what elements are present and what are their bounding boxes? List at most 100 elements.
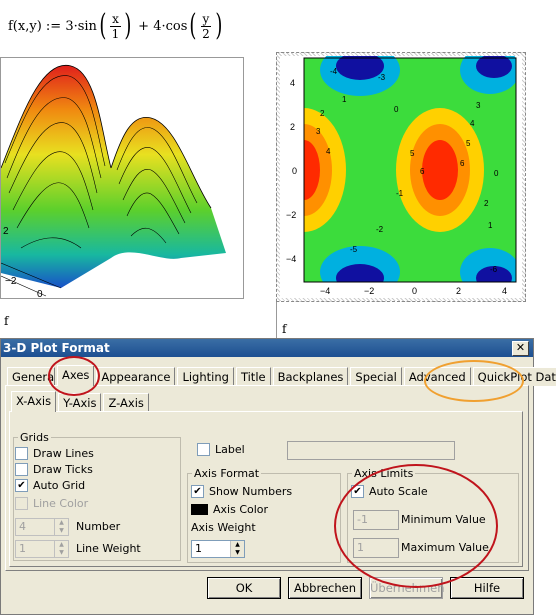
contour-label: 1	[342, 95, 347, 104]
grid-line-weight-label: Line Weight	[76, 542, 141, 555]
cancel-button[interactable]: Abbrechen	[288, 577, 362, 599]
grid-line-weight-stepper: 1 ▲ ▼	[15, 540, 69, 558]
help-button[interactable]: Hilfe	[450, 577, 524, 599]
show-numbers-checkbox[interactable]: ✔ Show Numbers	[191, 485, 292, 498]
tab-special[interactable]: Special	[350, 367, 402, 386]
contour-label: 5	[466, 139, 471, 148]
contour-x-tick: 0	[412, 286, 417, 296]
ok-button[interactable]: OK	[207, 577, 281, 599]
contour-label: 6	[420, 167, 425, 176]
color-swatch[interactable]	[191, 504, 208, 515]
line-color-button: Line Color	[15, 497, 88, 510]
grid-line-weight-value: 1	[19, 542, 26, 555]
surface-axis-label: −2	[5, 276, 17, 287]
annotation-circle-axis-limits	[334, 464, 498, 588]
contour-label: -2	[376, 225, 384, 234]
label-checkbox-text: Label	[215, 443, 245, 456]
contour-y-tick: 2	[290, 122, 295, 132]
subtab-y-axis[interactable]: Y-Axis	[58, 393, 102, 412]
line-color-label: Line Color	[33, 497, 89, 510]
formula-plus: +	[138, 18, 150, 34]
contour-y-tick: −4	[286, 254, 296, 264]
contour-y-tick: 0	[292, 166, 297, 176]
contour-label: 4	[326, 147, 331, 156]
spin-arrows-icon: ▲ ▼	[54, 541, 68, 557]
formula-term1: 3·sin	[65, 18, 97, 34]
tab-appearance[interactable]: Appearance	[96, 367, 176, 386]
contour-margin	[524, 52, 556, 342]
auto-grid-label: Auto Grid	[33, 479, 86, 492]
surface-axis-label: 2	[3, 226, 9, 237]
contour-x-tick: 4	[502, 286, 507, 296]
surface-axis-label: 0	[37, 289, 43, 298]
checkbox-box[interactable]	[197, 443, 210, 456]
auto-grid-checkbox[interactable]: ✔ Auto Grid	[15, 479, 85, 492]
draw-ticks-checkbox[interactable]: Draw Ticks	[15, 463, 93, 476]
contour-plot-caption: f	[282, 322, 287, 336]
tab-lighting[interactable]: Lighting	[177, 367, 234, 386]
tab-title[interactable]: Title	[235, 367, 271, 386]
contour-label: 0	[394, 105, 399, 114]
axis-color-button[interactable]: Axis Color	[191, 503, 268, 516]
spin-arrows-icon[interactable]: ▲ ▼	[230, 541, 244, 557]
contour-label: 3	[476, 101, 481, 110]
formula-lhs: f(x,y) :=	[8, 18, 62, 34]
contour-label: 5	[410, 149, 415, 158]
contour-label: -5	[350, 245, 358, 254]
axis-subtabs: X-Axis Y-Axis Z-Axis	[11, 391, 151, 413]
grid-number-stepper: 4 ▲ ▼	[15, 518, 69, 536]
contour-label: -4	[330, 67, 338, 76]
label-checkbox[interactable]: Label	[197, 443, 245, 456]
contour-x-tick: 2	[456, 286, 461, 296]
dialog-titlebar[interactable]: 3-D Plot Format ✕	[1, 339, 533, 357]
tab-backplanes[interactable]: Backplanes	[272, 367, 349, 386]
spin-arrows-icon: ▲ ▼	[54, 519, 68, 535]
subtab-x-axis[interactable]: X-Axis	[11, 391, 57, 412]
surface-plot-graphic: 2 −2 0	[1, 64, 226, 298]
axis-format-legend: Axis Format	[192, 467, 262, 480]
grids-legend: Grids	[18, 431, 51, 444]
surface-plot[interactable]: 2 −2 0	[0, 57, 244, 299]
contour-label: 0	[494, 169, 499, 178]
contour-x-tick: −4	[320, 286, 330, 296]
contour-y-tick: 4	[290, 78, 295, 88]
close-icon[interactable]: ✕	[512, 341, 529, 356]
draw-lines-label: Draw Lines	[33, 447, 94, 460]
checkbox-box[interactable]	[15, 447, 28, 460]
contour-plot-selected[interactable]: -4 -3 1 0 2 3 4 5 6 -1 -2 -5 -6 6 5 4 3 …	[262, 44, 526, 302]
contour-label: -1	[396, 189, 404, 198]
contour-label: 4	[470, 119, 475, 128]
axis-color-label: Axis Color	[213, 503, 269, 516]
contour-label: 2	[320, 109, 325, 118]
contour-label: 1	[488, 221, 493, 230]
surface-plot-caption: f	[4, 314, 9, 328]
contour-y-tick: −2	[286, 210, 296, 220]
check-icon[interactable]: ✔	[15, 479, 28, 492]
check-icon[interactable]: ✔	[191, 485, 204, 498]
axis-label-input[interactable]	[287, 441, 455, 460]
function-definition: f(x,y) := 3·sin ( x1 ) + 4·cos ( y2 )	[8, 8, 223, 43]
grid-number-label: Number	[76, 520, 121, 533]
contour-plot-graphic: -4 -3 1 0 2 3 4 5 6 -1 -2 -5 -6 6 5 4 3 …	[262, 44, 522, 298]
contour-plot[interactable]: -4 -3 1 0 2 3 4 5 6 -1 -2 -5 -6 6 5 4 3 …	[262, 44, 522, 298]
axis-weight-value[interactable]: 1	[195, 542, 202, 555]
contour-label: 6	[460, 159, 465, 168]
axis-weight-label: Axis Weight	[191, 521, 256, 534]
color-swatch	[15, 497, 28, 510]
contour-label: -6	[490, 265, 498, 274]
dialog-title: 3-D Plot Format	[3, 341, 110, 355]
checkbox-box[interactable]	[15, 463, 28, 476]
fraction-x: x1	[110, 11, 121, 41]
show-numbers-label: Show Numbers	[209, 485, 293, 498]
annotation-circle-quickplot-tab	[424, 360, 524, 402]
tab-axes[interactable]: Axes	[57, 365, 95, 386]
formula-term2: 4·cos	[153, 18, 188, 34]
draw-lines-checkbox[interactable]: Draw Lines	[15, 447, 94, 460]
axis-weight-stepper[interactable]: 1 ▲ ▼	[191, 540, 245, 558]
contour-label: 3	[316, 127, 321, 136]
subtab-z-axis[interactable]: Z-Axis	[103, 393, 149, 412]
fraction-y: y2	[200, 11, 212, 41]
contour-label: -3	[378, 73, 386, 82]
contour-x-tick: −2	[364, 286, 374, 296]
contour-label: 2	[484, 199, 489, 208]
